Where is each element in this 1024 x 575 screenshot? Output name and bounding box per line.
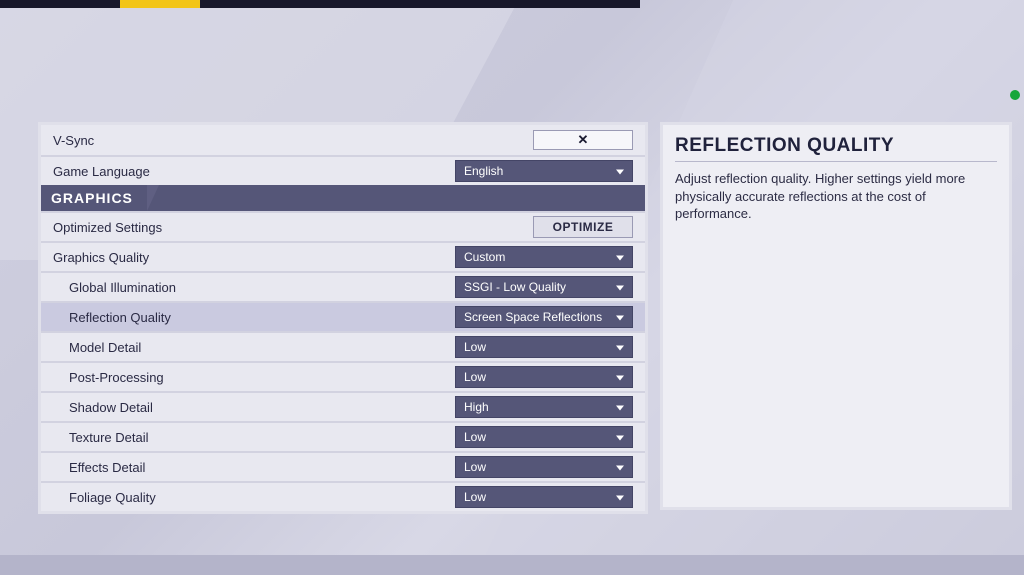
setting-row-texture-detail: Texture Detail Low xyxy=(41,421,645,451)
chevron-down-icon xyxy=(616,170,624,175)
setting-value: Low xyxy=(464,490,486,504)
chevron-down-icon xyxy=(616,406,624,411)
language-value: English xyxy=(464,164,503,178)
setting-row-optimized: Optimized Settings OPTIMIZE xyxy=(41,211,645,241)
chevron-down-icon xyxy=(616,316,624,321)
setting-dropdown[interactable]: Low xyxy=(455,456,633,478)
language-dropdown[interactable]: English xyxy=(455,160,633,182)
setting-row-graphics-quality: Graphics Quality Custom xyxy=(41,241,645,271)
setting-row-model-detail: Model Detail Low xyxy=(41,331,645,361)
section-header-graphics: GRAPHICS xyxy=(41,185,645,211)
vsync-checkbox[interactable]: ✕ xyxy=(533,130,633,150)
setting-dropdown[interactable]: Low xyxy=(455,366,633,388)
setting-row-post-processing: Post-Processing Low xyxy=(41,361,645,391)
setting-value: Low xyxy=(464,460,486,474)
info-title: REFLECTION QUALITY xyxy=(675,135,997,162)
settings-panel: V-Sync ✕ Game Language English GRAPHICS … xyxy=(38,122,648,514)
setting-dropdown[interactable]: Low xyxy=(455,486,633,508)
setting-label: Global Illumination xyxy=(69,280,455,295)
chevron-down-icon xyxy=(616,436,624,441)
chevron-down-icon xyxy=(616,376,624,381)
vsync-label: V-Sync xyxy=(53,133,533,148)
language-label: Game Language xyxy=(53,164,455,179)
x-icon: ✕ xyxy=(578,132,589,148)
chevron-down-icon xyxy=(616,286,624,291)
setting-value: High xyxy=(464,400,489,414)
setting-dropdown[interactable]: Screen Space Reflections xyxy=(455,306,633,328)
setting-dropdown[interactable]: High xyxy=(455,396,633,418)
chevron-down-icon xyxy=(616,256,624,261)
setting-label: Foliage Quality xyxy=(69,490,455,505)
setting-row-language: Game Language English xyxy=(41,155,645,185)
chevron-down-icon xyxy=(616,346,624,351)
setting-label: Post-Processing xyxy=(69,370,455,385)
setting-label: Texture Detail xyxy=(69,430,455,445)
setting-row-vsync: V-Sync ✕ xyxy=(41,125,645,155)
optimize-button[interactable]: OPTIMIZE xyxy=(533,216,633,238)
graphics-quality-dropdown[interactable]: Custom xyxy=(455,246,633,268)
section-title: GRAPHICS xyxy=(41,185,147,211)
setting-dropdown[interactable]: Low xyxy=(455,336,633,358)
setting-value: Low xyxy=(464,430,486,444)
setting-value: SSGI - Low Quality xyxy=(464,280,566,294)
setting-label: Model Detail xyxy=(69,340,455,355)
description-panel: REFLECTION QUALITY Adjust reflection qua… xyxy=(660,122,1012,510)
setting-dropdown[interactable]: Low xyxy=(455,426,633,448)
setting-label: Reflection Quality xyxy=(69,310,455,325)
setting-dropdown[interactable]: SSGI - Low Quality xyxy=(455,276,633,298)
setting-row-reflection-quality: Reflection Quality Screen Space Reflectio… xyxy=(41,301,645,331)
setting-value: Low xyxy=(464,370,486,384)
chevron-down-icon xyxy=(616,466,624,471)
setting-label: Shadow Detail xyxy=(69,400,455,415)
info-description: Adjust reflection quality. Higher settin… xyxy=(675,170,997,223)
setting-row-shadow-detail: Shadow Detail High xyxy=(41,391,645,421)
optimized-label: Optimized Settings xyxy=(53,220,533,235)
setting-row-global-illumination: Global Illumination SSGI - Low Quality xyxy=(41,271,645,301)
status-indicator-icon xyxy=(1010,90,1020,100)
chevron-down-icon xyxy=(616,496,624,501)
setting-row-foliage-quality: Foliage Quality Low xyxy=(41,481,645,511)
setting-value: Low xyxy=(464,340,486,354)
setting-label: Effects Detail xyxy=(69,460,455,475)
setting-value: Screen Space Reflections xyxy=(464,310,602,324)
graphics-quality-label: Graphics Quality xyxy=(53,250,455,265)
graphics-quality-value: Custom xyxy=(464,250,505,264)
setting-row-effects-detail: Effects Detail Low xyxy=(41,451,645,481)
